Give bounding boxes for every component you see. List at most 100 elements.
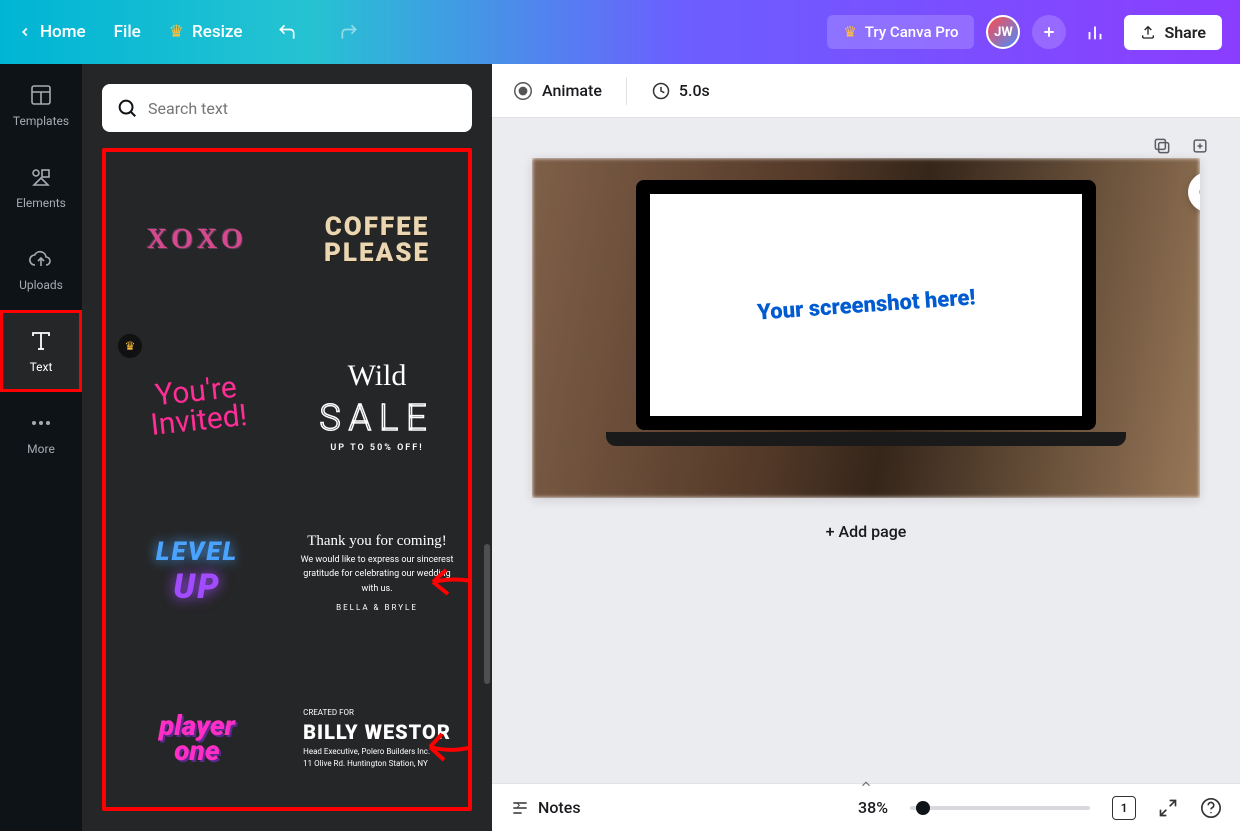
nav-rail: Templates Elements Uploads Text More	[0, 64, 82, 831]
zoom-slider[interactable]	[910, 806, 1090, 810]
nav-uploads-label: Uploads	[19, 278, 63, 292]
nav-more-label: More	[27, 442, 55, 456]
nav-uploads[interactable]: Uploads	[0, 228, 82, 310]
template-label: COFFEE PLEASE	[324, 214, 430, 266]
billy-created: CREATED FOR	[303, 707, 451, 718]
text-template-xoxo[interactable]: XOXO	[110, 160, 284, 320]
thank-title: Thank you for coming!	[296, 529, 458, 553]
notes-icon	[510, 798, 530, 818]
page-tools	[1152, 136, 1210, 156]
add-page-button[interactable]: + Add page	[532, 522, 1200, 541]
panel-scrollbar[interactable]	[484, 544, 490, 684]
duration-label: 5.0s	[679, 81, 710, 100]
try-pro-button[interactable]: ♛ Try Canva Pro	[827, 15, 974, 49]
up-label: UP	[173, 567, 220, 607]
animate-button[interactable]: Animate	[512, 80, 602, 102]
chevron-left-icon	[18, 25, 32, 39]
templates-icon	[28, 82, 54, 108]
home-button[interactable]: Home	[18, 22, 86, 42]
upload-icon	[1140, 24, 1156, 40]
status-right: 38% 1	[858, 796, 1222, 820]
nav-templates-label: Templates	[13, 114, 69, 128]
coffee-line2: PLEASE	[324, 240, 430, 266]
screenshot-placeholder-text: Your screenshot here!	[756, 285, 976, 325]
page-count-button[interactable]: 1	[1112, 796, 1136, 820]
text-icon	[28, 328, 54, 354]
avatar-initials: JW	[994, 25, 1013, 40]
expand-timeline-button[interactable]	[846, 776, 886, 792]
file-label: File	[114, 22, 141, 42]
resize-button[interactable]: ♛ Resize	[169, 22, 243, 42]
file-menu[interactable]: File	[114, 22, 141, 42]
search-icon	[116, 97, 138, 119]
laptop-screen: Your screenshot here!	[636, 180, 1096, 430]
annotation-arrow-icon	[418, 552, 472, 612]
redo-button[interactable]	[332, 15, 366, 49]
notes-button[interactable]: Notes	[510, 798, 581, 818]
insights-button[interactable]	[1078, 15, 1112, 49]
divider	[626, 77, 627, 105]
crown-icon: ♛	[169, 22, 184, 42]
add-member-button[interactable]	[1032, 15, 1066, 49]
pro-badge-icon: ♛	[118, 334, 142, 358]
nav-text[interactable]: Text	[0, 310, 82, 392]
text-panel: XOXO COFFEE PLEASE ♛ You're Invited! Wil…	[82, 64, 492, 831]
template-label: You're Invited!	[146, 373, 248, 440]
text-template-wild-sale[interactable]: Wild SALE UP TO 50% OFF!	[290, 326, 464, 486]
text-template-gallery: XOXO COFFEE PLEASE ♛ You're Invited! Wil…	[102, 148, 472, 811]
page-count-value: 1	[1121, 801, 1128, 815]
text-template-invited[interactable]: ♛ You're Invited!	[110, 326, 284, 486]
avatar[interactable]: JW	[986, 15, 1020, 49]
laptop-base	[606, 432, 1126, 446]
crown-icon: ♛	[843, 23, 856, 41]
search-text-field[interactable]	[102, 84, 472, 132]
help-button[interactable]	[1200, 797, 1222, 819]
nav-text-label: Text	[30, 360, 53, 374]
animate-label: Animate	[542, 81, 602, 100]
canvas-toolbar: Animate 5.0s	[492, 64, 1240, 118]
clock-icon	[651, 81, 671, 101]
template-label: XOXO	[147, 224, 247, 256]
text-template-player-one[interactable]: player one	[110, 658, 284, 811]
resize-label: Resize	[192, 22, 242, 42]
add-page-above-button[interactable]	[1190, 136, 1210, 156]
fullscreen-button[interactable]	[1158, 798, 1178, 818]
zoom-value: 38%	[858, 798, 888, 817]
coffee-line1: COFFEE	[324, 214, 430, 240]
invited-line2: Invited!	[149, 401, 248, 439]
topbar-left: Home File ♛ Resize	[18, 15, 366, 49]
home-label: Home	[40, 22, 86, 42]
nav-more[interactable]: More	[0, 392, 82, 474]
duplicate-page-button[interactable]	[1152, 136, 1172, 156]
template-label: LEVEL UP	[156, 537, 238, 607]
notes-label: Notes	[538, 798, 581, 817]
page-wrapper: Your screenshot here! + Add page	[532, 158, 1200, 541]
text-template-level-up[interactable]: LEVEL UP	[110, 492, 284, 652]
topbar-right: ♛ Try Canva Pro JW Share	[827, 15, 1222, 50]
level-label: LEVEL	[156, 537, 238, 567]
text-template-coffee[interactable]: COFFEE PLEASE	[290, 160, 464, 320]
editor-area: Animate 5.0s	[492, 64, 1240, 831]
wild-label: Wild	[348, 359, 407, 393]
top-bar: Home File ♛ Resize ♛ Try Canva Pro JW	[0, 0, 1240, 64]
template-label: Wild SALE UP TO 50% OFF!	[319, 359, 434, 453]
canvas-page[interactable]: Your screenshot here!	[532, 158, 1200, 498]
zoom-slider-thumb[interactable]	[916, 801, 930, 815]
nav-elements-label: Elements	[16, 196, 66, 210]
share-button[interactable]: Share	[1124, 15, 1222, 50]
duration-button[interactable]: 5.0s	[651, 81, 710, 101]
laptop-mockup: Your screenshot here!	[636, 180, 1096, 468]
saleoff-label: UP TO 50% OFF!	[330, 443, 423, 453]
status-bar: Notes 38% 1	[492, 783, 1240, 831]
share-label: Share	[1164, 23, 1206, 42]
canvas-scroll[interactable]: Your screenshot here! + Add page	[492, 118, 1240, 783]
undo-button[interactable]	[270, 15, 304, 49]
sale-label: SALE	[319, 397, 434, 439]
try-pro-label: Try Canva Pro	[865, 23, 959, 41]
elements-icon	[28, 164, 54, 190]
nav-elements[interactable]: Elements	[0, 146, 82, 228]
animate-icon	[512, 80, 534, 102]
nav-templates[interactable]: Templates	[0, 64, 82, 146]
template-label: player one	[159, 713, 235, 763]
search-input[interactable]	[148, 99, 458, 118]
